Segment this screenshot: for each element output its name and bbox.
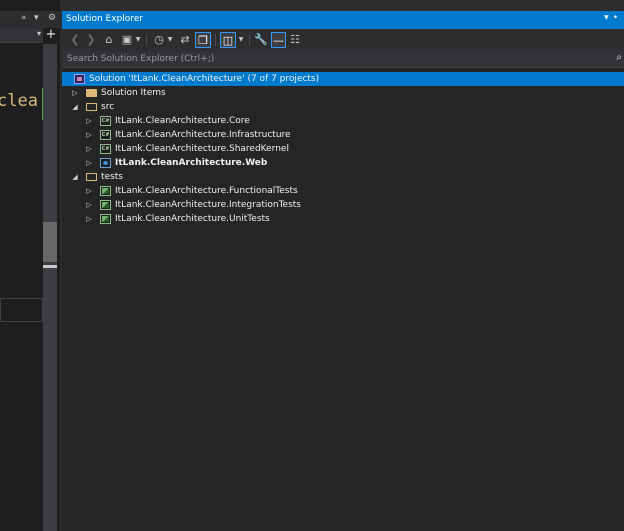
tree-item-label: ItLank.CleanArchitecture.Infrastructure	[115, 130, 291, 140]
properties-wrench-icon[interactable]: 🔧	[254, 32, 268, 48]
collapse-all-icon[interactable]: ❐	[195, 32, 211, 48]
csharp-project-icon: C#	[100, 116, 111, 126]
forward-arrow-icon[interactable]: ❯	[84, 32, 98, 48]
chevron-down-icon[interactable]: ▼	[237, 32, 245, 48]
tree-item-label: src	[101, 102, 115, 112]
code-editor[interactable]: clea	[0, 44, 43, 531]
solution-explorer-titlebar: Solution Explorer ▾•	[62, 11, 624, 29]
tree-item-label: Solution 'ItLank.CleanArchitecture' (7 o…	[89, 74, 320, 84]
collapsed-triangle-icon[interactable]: ▷	[84, 212, 94, 226]
split-editor-plus-icon[interactable]: +	[44, 27, 58, 43]
tree-item-label: ItLank.CleanArchitecture.UnitTests	[115, 214, 270, 224]
switch-views-icon[interactable]: ▣	[120, 32, 134, 48]
tree-item-label: tests	[101, 172, 123, 182]
search-input[interactable]	[62, 51, 607, 67]
home-icon[interactable]: ⌂	[102, 32, 116, 48]
folder-icon	[86, 89, 97, 97]
folder-open-icon	[86, 103, 97, 111]
tree-item[interactable]: ▷ C# ItLank.CleanArchitecture.Infrastructu…	[62, 128, 624, 142]
tree-item-label: ItLank.CleanArchitecture.IntegrationTest…	[115, 200, 301, 210]
tree-item-label: ItLank.CleanArchitecture.SharedKernel	[115, 144, 289, 154]
solution-icon	[74, 74, 85, 84]
dropdown-menu-icon[interactable]: ▾	[34, 13, 39, 23]
panel-title: Solution Explorer	[66, 14, 143, 24]
tree-item-label: ItLank.CleanArchitecture.Web	[115, 158, 268, 168]
editor-header: « ▾ ⚙	[0, 11, 60, 28]
test-project-icon	[100, 214, 111, 224]
csharp-project-icon: C#	[100, 130, 111, 140]
tree-item-label: Solution Items	[101, 88, 166, 98]
solution-explorer-search: ⌕	[62, 51, 624, 68]
tree-item[interactable]: ◢ src	[62, 100, 624, 114]
solution-explorer-toolbar: ❮ ❯ ⌂ ▣ ▼ ◷ ▼ ⇄ ❐ ◫ ▼ 🔧 — ☷	[62, 29, 624, 51]
folder-open-icon	[86, 173, 97, 181]
chevron-down-icon[interactable]: ▼	[166, 32, 174, 48]
editor-pane: « ▾ ⚙ ▾ + clea	[0, 0, 60, 531]
tree-item[interactable]: ▷ C# ItLank.CleanArchitecture.SharedKernel	[62, 142, 624, 156]
editor-navigation-dropdown[interactable]: ▾	[0, 28, 43, 43]
toolbar-separator	[215, 34, 216, 46]
tree-item[interactable]: ▷ Solution Items	[62, 86, 624, 100]
collapsed-triangle-icon[interactable]: ▷	[84, 156, 94, 170]
panel-window-controls: ▾•	[604, 13, 622, 23]
pin-icon[interactable]: •	[613, 13, 622, 23]
chevron-down-icon: ▾	[36, 29, 41, 38]
window-position-dropdown-icon[interactable]: ▾	[604, 13, 613, 23]
csharp-project-icon: C#	[100, 144, 111, 154]
tree-item[interactable]: ▷ ItLank.CleanArchitecture.FunctionalTest…	[62, 184, 624, 198]
editor-vertical-scrollbar[interactable]	[43, 44, 57, 531]
tree-item[interactable]: Solution 'ItLank.CleanArchitecture' (7 o…	[62, 72, 624, 86]
scrollbar-thumb[interactable]	[43, 222, 57, 262]
collapsed-triangle-icon[interactable]: ▷	[84, 128, 94, 142]
settings-gear-icon[interactable]: ⚙	[48, 13, 56, 23]
tree-item[interactable]: ▷ ItLank.CleanArchitecture.UnitTests	[62, 212, 624, 226]
expanded-triangle-icon[interactable]: ◢	[70, 100, 80, 114]
tree-item[interactable]: ▷ C# ItLank.CleanArchitecture.Core	[62, 114, 624, 128]
web-project-icon	[100, 158, 111, 168]
chevron-down-icon[interactable]: ▼	[134, 32, 142, 48]
show-all-files-icon[interactable]: ◫	[220, 32, 236, 48]
collapsed-triangle-icon[interactable]: ▷	[84, 142, 94, 156]
class-diagram-icon[interactable]: ☷	[288, 32, 302, 48]
back-arrow-icon[interactable]: ❮	[68, 32, 82, 48]
tree-item-label: ItLank.CleanArchitecture.FunctionalTests	[115, 186, 298, 196]
pending-changes-filter-icon[interactable]: ◷	[152, 32, 166, 48]
toolbar-separator	[146, 34, 147, 46]
tree-item[interactable]: ▷ ItLank.CleanArchitecture.Web	[62, 156, 624, 170]
tree-item-label: ItLank.CleanArchitecture.Core	[115, 116, 250, 126]
toolbar-separator	[249, 34, 250, 46]
test-project-icon	[100, 200, 111, 210]
collapsed-triangle-icon[interactable]: ▷	[84, 114, 94, 128]
solution-explorer-panel: Solution Explorer ▾• ❮ ❯ ⌂ ▣ ▼ ◷ ▼ ⇄ ❐ ◫…	[62, 11, 624, 531]
collapsed-triangle-icon[interactable]: ▷	[70, 86, 80, 100]
code-text: clea	[0, 91, 38, 111]
chevrons-left-icon[interactable]: «	[21, 13, 27, 23]
tree-item[interactable]: ▷ ItLank.CleanArchitecture.IntegrationTes…	[62, 198, 624, 212]
collapsed-triangle-icon[interactable]: ▷	[84, 184, 94, 198]
search-icon[interactable]: ⌕	[616, 52, 622, 63]
test-project-icon	[100, 186, 111, 196]
sync-active-document-icon[interactable]: ⇄	[178, 32, 192, 48]
collapsed-triangle-icon[interactable]: ▷	[84, 198, 94, 212]
tree-item[interactable]: ◢ tests	[62, 170, 624, 184]
scrollbar-caret-marker	[43, 265, 57, 268]
editor-output-box	[0, 298, 43, 322]
preview-selected-items-icon[interactable]: —	[271, 32, 286, 48]
expanded-triangle-icon[interactable]: ◢	[70, 170, 80, 184]
